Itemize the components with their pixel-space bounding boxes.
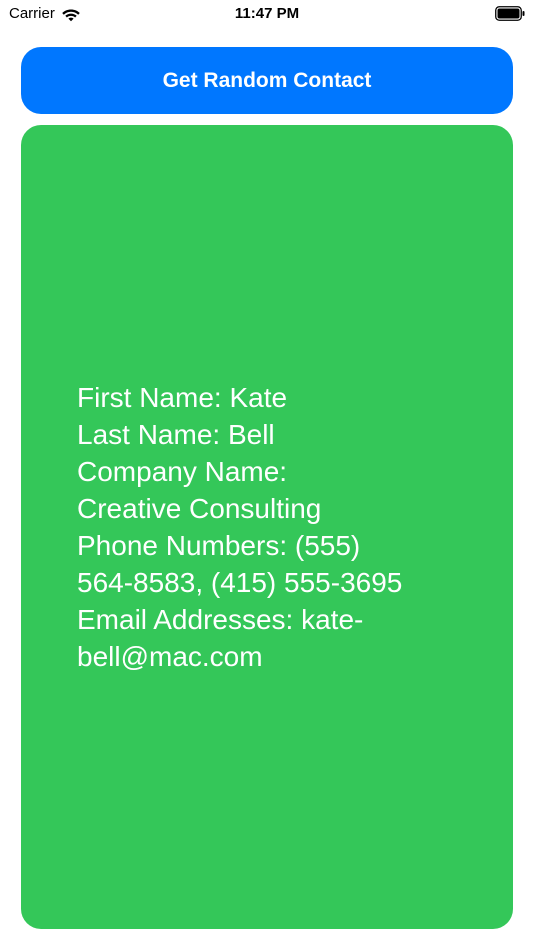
status-bar: Carrier 11:47 PM <box>0 0 534 28</box>
battery-icon <box>495 6 525 21</box>
contact-line-last-name: Last Name: Bell <box>77 419 275 450</box>
contact-line-email-value: bell@mac.com <box>77 641 263 672</box>
contact-card: First Name: Kate Last Name: Bell Company… <box>21 125 513 929</box>
status-time: 11:47 PM <box>234 5 300 22</box>
contact-line-company-value: Creative Consulting <box>77 493 322 524</box>
contact-line-phone-label: Phone Numbers: (555) <box>77 530 361 561</box>
contact-details: First Name: Kate Last Name: Bell Company… <box>77 379 477 675</box>
contact-line-first-name: First Name: Kate <box>77 382 288 413</box>
contact-line-company-label: Company Name: <box>77 456 288 487</box>
contact-line-email-label: Email Addresses: kate- <box>77 604 364 635</box>
get-random-contact-button[interactable]: Get Random Contact <box>21 47 513 114</box>
contact-line-phone-value: 564-8583, (415) 555-3695 <box>77 567 403 598</box>
